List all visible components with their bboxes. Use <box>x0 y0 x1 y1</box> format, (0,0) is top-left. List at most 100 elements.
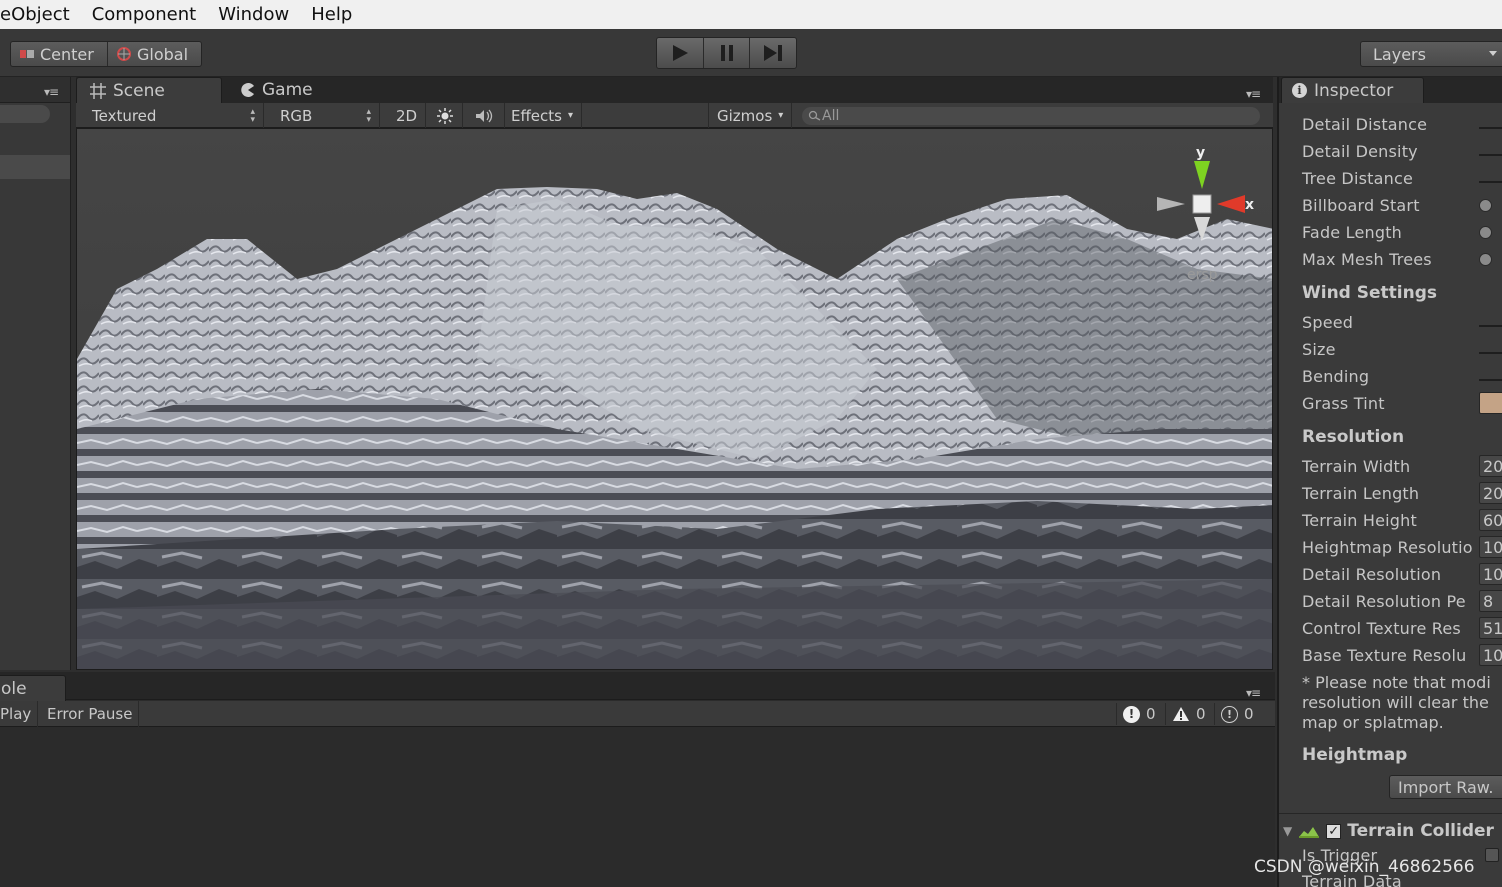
error-count-toggle[interactable]: ! 0 <box>1116 703 1162 725</box>
import-raw-button[interactable]: Import Raw. <box>1389 775 1502 799</box>
billboard-start-slider[interactable] <box>1479 199 1492 212</box>
collider-enabled-checkbox[interactable]: ✓ <box>1326 823 1342 839</box>
warning-icon <box>1173 707 1189 721</box>
shading-mode-dropdown[interactable]: Textured ▴ ▾ <box>84 103 264 128</box>
persp-label[interactable]: ersp <box>1187 267 1218 283</box>
detail-resolution-per-patch-label: Detail Resolution Pe <box>1302 592 1466 611</box>
wind-size-slider[interactable] <box>1479 352 1502 354</box>
detail-resolution-per-patch-field[interactable]: 8 <box>1479 590 1502 612</box>
mode-2d-label: 2D <box>396 106 418 125</box>
error-pause-toggle[interactable]: Error Pause <box>41 701 140 727</box>
panel-menu-icon[interactable]: ▾≡ <box>1246 686 1261 700</box>
detail-resolution-field[interactable]: 10 <box>1479 563 1502 585</box>
pacman-icon <box>241 83 254 97</box>
step-button[interactable] <box>750 38 796 68</box>
play-icon <box>672 45 688 61</box>
grass-tint-color-field[interactable] <box>1479 392 1502 414</box>
grass-tint-label: Grass Tint <box>1302 394 1385 413</box>
search-icon <box>808 110 821 121</box>
heightmap-header: Heightmap <box>1302 745 1408 765</box>
menu-component[interactable]: Component <box>81 4 208 25</box>
play-toggle-label: Play <box>0 705 32 723</box>
control-texture-resolution-field[interactable]: 51 <box>1479 617 1502 639</box>
is-trigger-checkbox[interactable] <box>1485 848 1499 862</box>
terrain-collider-title: Terrain Collider <box>1347 821 1494 841</box>
wind-speed-slider[interactable] <box>1479 325 1502 327</box>
tab-inspector[interactable]: i Inspector <box>1281 77 1424 103</box>
gizmo-x-label: x <box>1245 197 1254 213</box>
terrain-render: y x ersp <box>77 129 1272 669</box>
lighting-toggle[interactable] <box>428 103 463 128</box>
audio-toggle[interactable] <box>466 103 505 128</box>
error-on-play-toggle[interactable]: Play <box>0 701 39 727</box>
hierarchy-panel: ▾≡ <box>0 77 71 670</box>
pivot-center-icon <box>20 50 34 58</box>
pivot-global-label: Global <box>137 44 189 64</box>
hierarchy-selected-row[interactable] <box>0 155 70 179</box>
terrain-height-field[interactable]: 60 <box>1479 509 1502 531</box>
hierarchy-search-input[interactable] <box>0 105 50 123</box>
detail-density-slider[interactable] <box>1479 154 1502 156</box>
resolution-note: * Please note that modi resolution will … <box>1302 673 1491 732</box>
fade-length-slider[interactable] <box>1479 226 1492 239</box>
tab-console[interactable]: ole <box>0 675 66 701</box>
terrain-collider-header[interactable]: ▼ ✓ Terrain Collider <box>1283 820 1494 842</box>
wind-bending-label: Bending <box>1302 367 1370 386</box>
pause-icon <box>720 45 733 61</box>
panel-menu-icon[interactable]: ▾≡ <box>44 85 59 99</box>
import-raw-label: Import Raw. <box>1398 777 1494 797</box>
inspector-panel: i Inspector Detail Distance Detail Densi… <box>1277 77 1502 887</box>
detail-resolution-label: Detail Resolution <box>1302 565 1442 584</box>
pivot-center-label: Center <box>40 44 94 64</box>
detail-distance-label: Detail Distance <box>1302 115 1428 134</box>
max-mesh-trees-label: Max Mesh Trees <box>1302 250 1432 269</box>
info-count-toggle[interactable]: ! 0 <box>1214 703 1260 725</box>
max-mesh-trees-slider[interactable] <box>1479 253 1492 266</box>
menu-gameobject[interactable]: eObject <box>0 4 81 25</box>
play-button[interactable] <box>657 38 704 68</box>
chevron-down-icon: ▾ <box>567 110 574 121</box>
billboard-start-label: Billboard Start <box>1302 196 1420 215</box>
shading-mode-label: Textured <box>92 106 157 125</box>
detail-distance-slider[interactable] <box>1479 127 1502 129</box>
terrain-width-label: Terrain Width <box>1302 457 1411 476</box>
pivot-global-button[interactable]: Global <box>108 42 196 66</box>
tab-scene[interactable]: Scene <box>76 77 222 103</box>
main-toolbar: Center Global Layers <box>0 29 1502 77</box>
warning-count-toggle[interactable]: 0 <box>1165 703 1212 725</box>
component-separator <box>1279 813 1502 814</box>
tab-console-label: ole <box>1 678 27 699</box>
base-texture-resolution-field[interactable]: 10 <box>1479 644 1502 666</box>
heightmap-resolution-field[interactable]: 10 <box>1479 536 1502 558</box>
menu-window[interactable]: Window <box>207 4 300 25</box>
resolution-header: Resolution <box>1302 427 1405 447</box>
menu-help[interactable]: Help <box>300 4 363 25</box>
foldout-arrow-icon[interactable]: ▼ <box>1283 824 1292 838</box>
render-mode-dropdown[interactable]: RGB ▴ ▾ <box>272 103 380 128</box>
sun-icon <box>437 107 453 124</box>
globe-icon <box>117 47 131 61</box>
tab-game-label: Game <box>262 80 313 100</box>
pivot-center-button[interactable]: Center <box>11 42 108 66</box>
scene-viewport[interactable]: y x ersp <box>76 128 1273 670</box>
wind-bending-slider[interactable] <box>1479 379 1502 381</box>
pause-button[interactable] <box>704 38 751 68</box>
heightmap-resolution-label: Heightmap Resolutio <box>1302 538 1473 557</box>
gizmos-dropdown[interactable]: Gizmos ▾ <box>708 103 793 128</box>
scene-search-input[interactable]: All <box>802 107 1260 125</box>
effects-dropdown[interactable]: Effects ▾ <box>503 103 583 128</box>
info-icon: i <box>1292 83 1307 98</box>
inspector-tab-bar: i Inspector <box>1279 77 1502 103</box>
watermark-text: CSDN @weixin_46862566 <box>1254 857 1475 877</box>
render-mode-label: RGB <box>280 106 313 125</box>
tree-distance-slider[interactable] <box>1479 181 1502 183</box>
base-texture-resolution-label: Base Texture Resolu <box>1302 646 1467 665</box>
terrain-width-field[interactable]: 20 <box>1479 455 1502 477</box>
mode-2d-button[interactable]: 2D <box>388 103 427 128</box>
terrain-icon <box>1299 827 1320 838</box>
layers-dropdown[interactable]: Layers <box>1360 41 1502 67</box>
panel-menu-icon[interactable]: ▾≡ <box>1246 87 1261 101</box>
terrain-length-label: Terrain Length <box>1302 484 1420 503</box>
terrain-length-field[interactable]: 20 <box>1479 482 1502 504</box>
tab-game[interactable]: Game <box>228 77 325 103</box>
